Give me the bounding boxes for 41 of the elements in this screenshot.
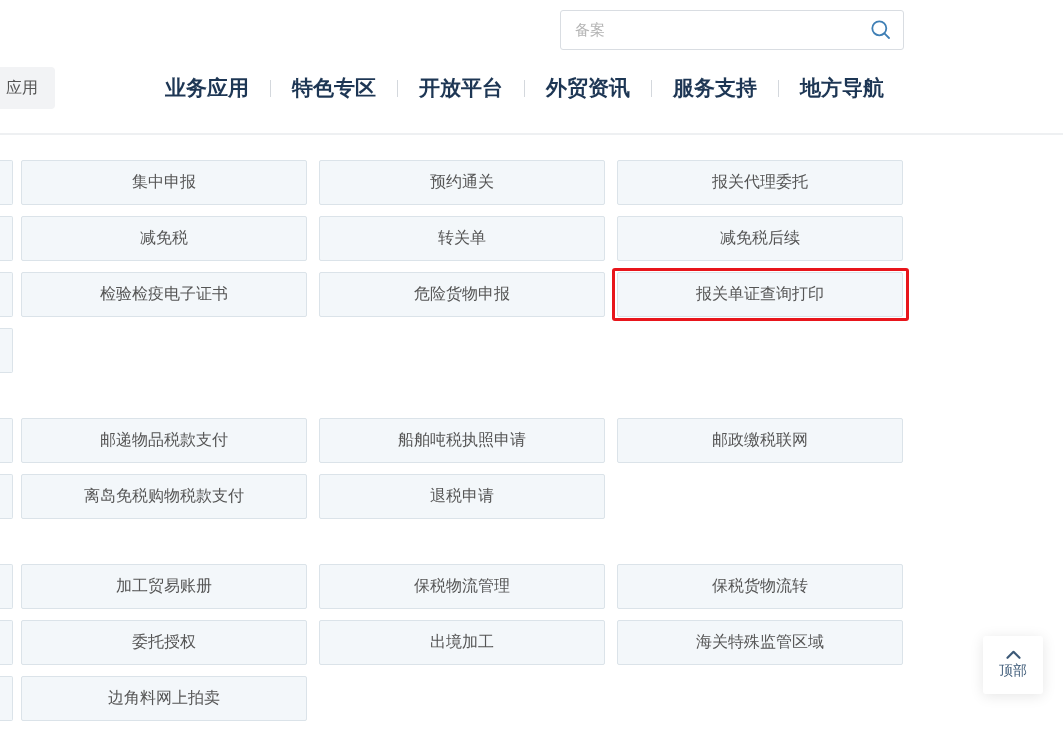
service-button[interactable]: 集中申报 [21,160,307,205]
nav-link[interactable]: 服务支持 [673,74,757,102]
service-button[interactable] [0,328,13,373]
back-to-top-button[interactable]: 顶部 [983,636,1043,694]
service-button[interactable]: 检验检疫电子证书 [21,272,307,317]
service-button[interactable]: 委托授权 [21,620,307,665]
service-button[interactable]: 保税货物流转 [617,564,903,609]
service-button[interactable]: 邮政缴税联网 [617,418,903,463]
nav-link[interactable]: 外贸资讯 [546,74,630,102]
service-button[interactable]: 预约通关 [319,160,605,205]
service-button[interactable]: 边角料网上拍卖 [21,676,307,721]
service-button[interactable]: 报关单证查询打印 [617,272,903,317]
service-button[interactable]: 退税申请 [319,474,605,519]
service-button[interactable]: 报关代理委托 [617,160,903,205]
service-button[interactable] [0,272,13,317]
nav-link[interactable]: 业务应用 [165,74,249,102]
service-button[interactable]: 出境加工 [319,620,605,665]
chevron-up-icon [1005,650,1021,659]
service-button[interactable]: 减免税后续 [617,216,903,261]
service-button[interactable]: 海关特殊监管区域 [617,620,903,665]
service-button[interactable] [0,564,13,609]
service-button[interactable] [0,620,13,665]
nav-link[interactable]: 开放平台 [419,74,503,102]
service-button[interactable] [0,160,13,205]
service-button[interactable] [0,474,13,519]
service-button[interactable]: 邮递物品税款支付 [21,418,307,463]
category-tab[interactable]: 应用 [0,67,55,109]
service-button[interactable]: 离岛免税购物税款支付 [21,474,307,519]
nav-link[interactable]: 特色专区 [292,74,376,102]
service-button[interactable]: 保税物流管理 [319,564,605,609]
service-button[interactable]: 加工贸易账册 [21,564,307,609]
search-field[interactable]: 备案 [560,10,904,50]
service-button[interactable] [0,216,13,261]
service-button[interactable] [0,418,13,463]
service-button[interactable]: 转关单 [319,216,605,261]
nav-link[interactable]: 地方导航 [800,74,884,102]
service-button[interactable]: 船舶吨税执照申请 [319,418,605,463]
service-button[interactable]: 减免税 [21,216,307,261]
search-icon[interactable] [871,20,890,39]
service-button[interactable]: 危险货物申报 [319,272,605,317]
service-button[interactable] [0,676,13,721]
